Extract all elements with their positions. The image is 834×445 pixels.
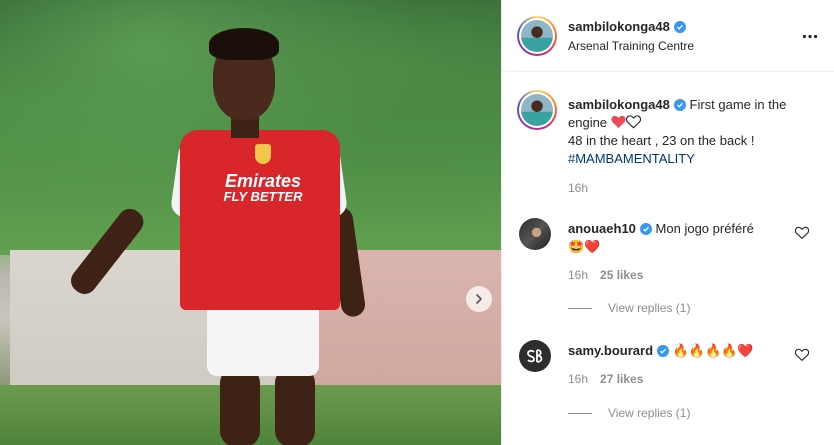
sponsor-line-2: FLY BETTER (223, 189, 303, 204)
caption-hashtag[interactable]: #MAMBAMENTALITY (568, 151, 695, 166)
view-replies-label[interactable]: View replies (1) (608, 406, 690, 420)
comment-text: Mon jogo préféré (655, 221, 754, 236)
comment-meta: 16h 27 likes (568, 372, 643, 386)
player-left-leg (220, 367, 260, 445)
verified-badge-icon (673, 99, 686, 111)
club-crest-icon (255, 144, 271, 164)
comment-author-text[interactable]: anouaeh10 (568, 220, 636, 238)
post-header: sambilokonga48 Arsenal Training Centre (502, 0, 834, 72)
comment-author[interactable]: anouaeh10 (568, 220, 652, 238)
comment-item: samy.bourard 🔥🔥🔥🔥❤️ 16h 27 likes View re… (502, 340, 834, 440)
verified-badge-icon (673, 20, 686, 33)
comment-emojis: 🔥🔥🔥🔥❤️ (672, 344, 754, 359)
player-hair (209, 28, 279, 60)
comment-meta: 16h 25 likes (568, 268, 643, 282)
comment-emojis: 🤩❤️ (568, 240, 601, 255)
ellipsis-icon (802, 34, 818, 38)
like-comment-heart-icon[interactable] (795, 348, 809, 362)
author-avatar[interactable] (517, 16, 557, 56)
replies-divider (568, 412, 592, 414)
like-comment-heart-icon[interactable] (795, 226, 809, 240)
next-photo-button[interactable] (466, 286, 492, 312)
comment-body: samy.bourard 🔥🔥🔥🔥❤️ (568, 342, 793, 361)
comment-time[interactable]: 16h (568, 372, 588, 386)
player-right-leg (275, 367, 315, 445)
view-replies-label[interactable]: View replies (1) (608, 301, 690, 315)
author-username[interactable]: sambilokonga48 (568, 19, 686, 34)
view-replies-button[interactable]: View replies (1) (568, 406, 690, 420)
comment-likes[interactable]: 25 likes (600, 268, 643, 282)
red-heart-icon (611, 115, 626, 129)
comment-avatar[interactable] (519, 218, 551, 250)
caption-line-2: 48 in the heart , 23 on the back ! (568, 133, 755, 148)
verified-badge-icon (657, 345, 670, 357)
shirt-sponsor: Emirates FLY BETTER (203, 172, 323, 204)
player-shorts (207, 300, 319, 376)
replies-divider (568, 307, 592, 309)
comment-author-text[interactable]: samy.bourard (568, 342, 653, 360)
comment-author[interactable]: samy.bourard (568, 342, 670, 360)
post-photo[interactable]: Emirates FLY BETTER (0, 0, 501, 445)
comment-item: anouaeh10 Mon jogo préféré 🤩❤️ 16h 25 li… (502, 218, 834, 318)
comment-avatar[interactable] (519, 340, 551, 372)
verified-badge-icon (639, 223, 652, 235)
caption-author-avatar[interactable] (517, 90, 557, 130)
post-location[interactable]: Arsenal Training Centre (568, 39, 694, 53)
caption-author-text[interactable]: sambilokonga48 (568, 96, 670, 114)
comment-likes[interactable]: 27 likes (600, 372, 643, 386)
author-username-text[interactable]: sambilokonga48 (568, 19, 670, 34)
white-heart-icon (625, 115, 641, 129)
chevron-right-icon (476, 294, 482, 304)
caption-text: sambilokonga48 First game in the engine … (568, 96, 818, 168)
post-side-panel: sambilokonga48 Arsenal Training Centre s… (501, 0, 834, 445)
comment-time[interactable]: 16h (568, 268, 588, 282)
player-figure: Emirates FLY BETTER (66, 22, 385, 445)
caption-time[interactable]: 16h (568, 181, 588, 195)
sponsor-line-1: Emirates (224, 171, 302, 191)
more-options-button[interactable] (800, 26, 820, 46)
view-replies-button[interactable]: View replies (1) (568, 301, 690, 315)
sb-logo-icon (520, 341, 550, 371)
caption-author[interactable]: sambilokonga48 (568, 96, 686, 114)
comment-body: anouaeh10 Mon jogo préféré 🤩❤️ (568, 220, 793, 257)
